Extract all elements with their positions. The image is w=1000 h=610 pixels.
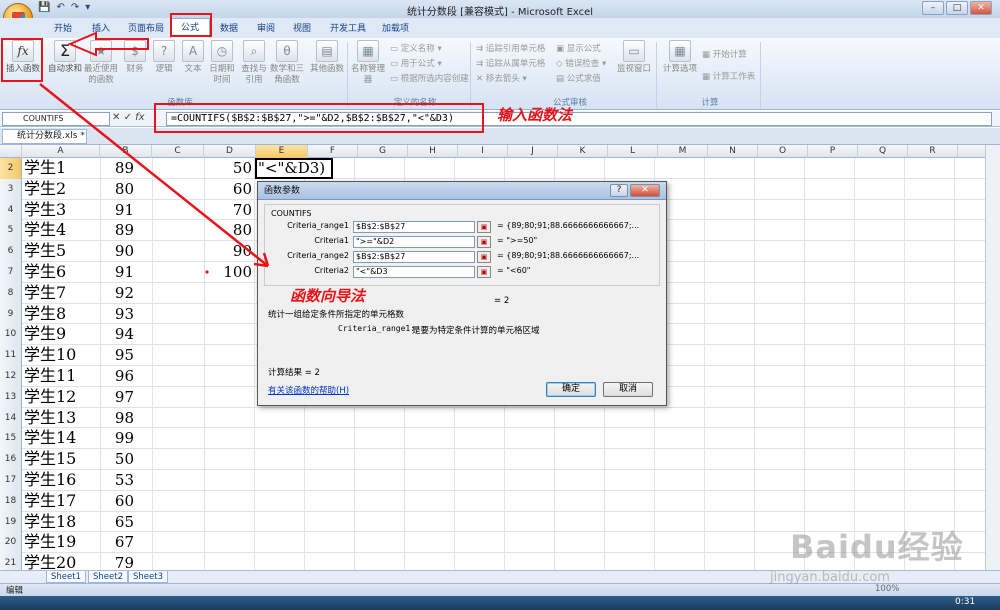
watermark-logo: Baidu经验: [790, 528, 964, 566]
annotation-arrows: [39, 31, 270, 274]
watermark-url: jingyan.baidu.com: [770, 570, 890, 585]
arrow-to-ribbon-tab: [67, 31, 149, 57]
red-dot: [205, 270, 209, 274]
arrow-to-dialog: [39, 83, 270, 268]
